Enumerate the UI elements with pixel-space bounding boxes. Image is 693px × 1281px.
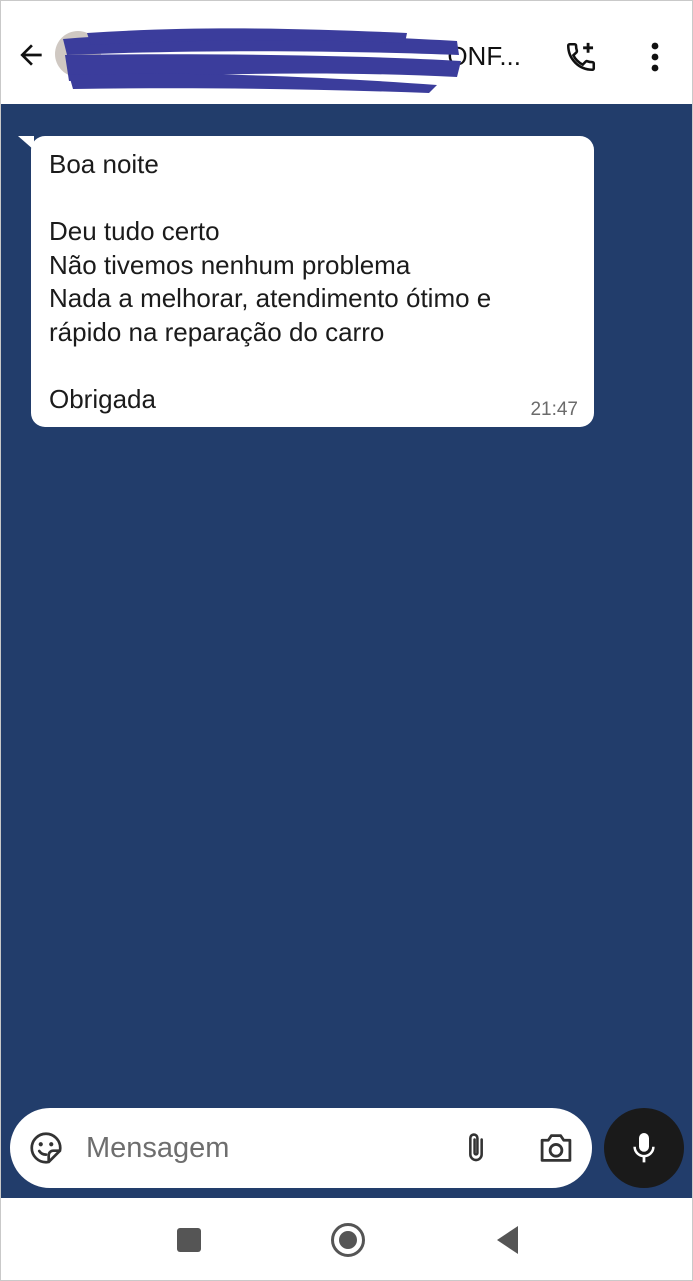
more-options-button[interactable] <box>635 35 675 79</box>
system-navigation-bar <box>1 1198 692 1280</box>
contact-avatar[interactable] <box>55 31 101 77</box>
message-input[interactable] <box>86 1126 436 1170</box>
message-line <box>49 349 576 383</box>
sticker-icon <box>30 1132 62 1164</box>
phone-add-icon <box>566 42 596 72</box>
more-vertical-icon <box>651 42 659 72</box>
message-line: Nada a melhorar, atendimento ótimo e <box>49 283 492 313</box>
message-line: rápido na reparação do carro <box>49 316 385 347</box>
recents-button[interactable] <box>167 1218 211 1262</box>
sticker-button[interactable] <box>26 1128 66 1168</box>
message-composer <box>10 1108 592 1188</box>
voice-message-button[interactable] <box>604 1108 684 1188</box>
message-line: Boa noite <box>49 149 159 179</box>
square-recents-icon <box>177 1228 201 1252</box>
microphone-icon <box>633 1133 655 1163</box>
contact-name[interactable]: ONF... <box>109 39 521 73</box>
back-button[interactable] <box>11 35 51 75</box>
camera-button[interactable] <box>534 1128 578 1168</box>
message-line: Deu tudo certo <box>49 216 220 246</box>
paperclip-icon <box>469 1133 483 1162</box>
camera-icon <box>540 1134 572 1162</box>
message-line <box>49 182 576 216</box>
circle-home-icon <box>331 1223 365 1257</box>
message-line: Obrigada <box>49 383 156 414</box>
message-line: Não tivemos nenhum problema <box>49 249 411 280</box>
back-nav-button[interactable] <box>485 1218 529 1262</box>
incoming-message-bubble[interactable]: Boa noite Deu tudo certo Não tivemos nen… <box>18 136 594 427</box>
add-call-button[interactable] <box>559 35 603 79</box>
triangle-back-icon <box>497 1226 518 1254</box>
message-timestamp: 21:47 <box>530 399 578 420</box>
attach-button[interactable] <box>456 1128 496 1168</box>
home-button[interactable] <box>326 1218 370 1262</box>
arrow-left-icon <box>20 44 42 66</box>
chat-area[interactable]: Boa noite Deu tudo certo Não tivemos nen… <box>1 104 692 1198</box>
chat-header: ONF... <box>1 1 692 104</box>
